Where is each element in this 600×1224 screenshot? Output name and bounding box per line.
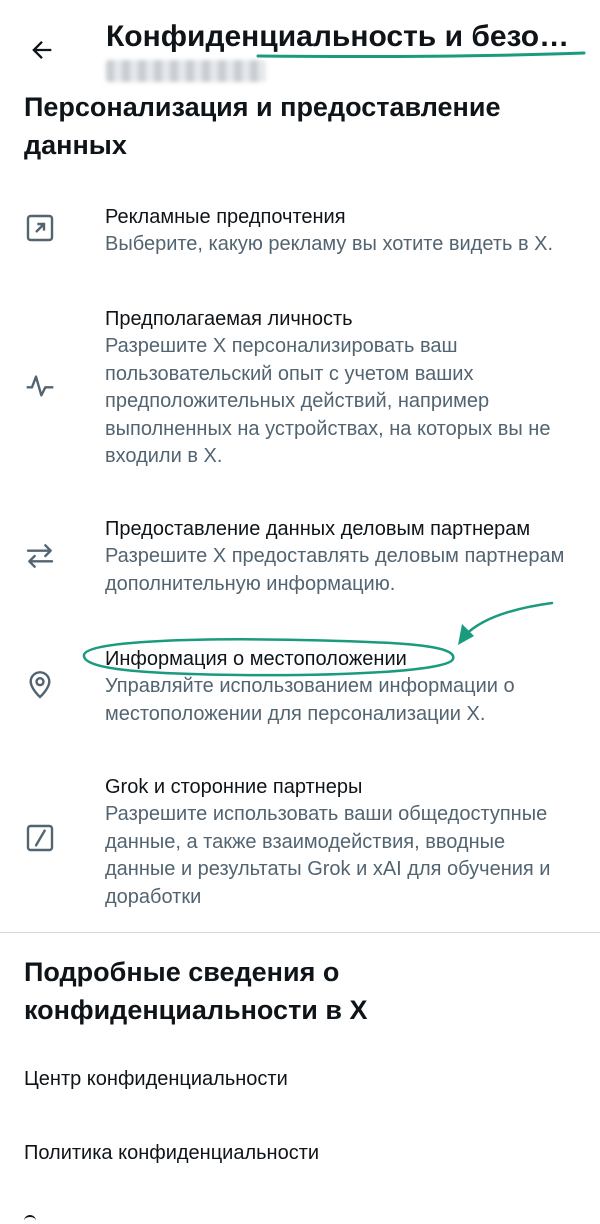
list-item-location-info[interactable]: Информация о местоположении Управляйте и… [0,640,600,730]
item-title: Предполагаемая личность [105,308,353,330]
item-title: Рекламные предпочтения [105,206,346,228]
back-button[interactable] [22,30,62,70]
annotation-overlay [82,51,586,677]
list-item-inferred-identity[interactable]: Предполагаемая личность Разрешите X перс… [0,300,600,470]
item-title: Grok и сторонние партнеры [105,776,363,798]
swap-arrows-icon [22,538,58,574]
list-item-data-sharing-partners[interactable]: Предоставление данных деловым партнерам … [0,510,600,600]
page-title: Конфиденциальность и безопас… [106,20,586,53]
item-desc: Разрешите использовать ваши общедоступны… [105,803,551,908]
list-item-grok-partners[interactable]: Grok и сторонние партнеры Разрешите испо… [0,768,600,918]
item-title: Предоставление данных деловым партнерам [105,518,531,540]
section-divider [0,932,600,933]
location-pin-icon [22,667,58,703]
item-desc: Разрешите X персонализировать ваш пользо… [105,335,551,467]
activity-icon [22,368,58,404]
item-desc: Разрешите X предоставлять деловым партне… [105,545,565,595]
section-title-privacy-info: Подробные сведения о конфиденциальности … [24,957,368,1025]
arrow-left-icon [32,41,52,59]
grok-icon [22,820,58,856]
item-desc: Выберите, какую рекламу вы хотите видеть… [105,233,554,255]
link-privacy-center[interactable]: Центр конфиденциальности [24,1068,288,1091]
list-item-ad-preferences[interactable]: Рекламные предпочтения Выберите, какую р… [0,198,600,278]
external-box-icon [22,210,58,246]
item-title: Информация о местоположении [105,648,407,670]
top-bar: Конфиденциальность и безопас… [0,0,600,92]
item-desc: Управляйте использованием информации о м… [105,675,515,725]
link-privacy-policy[interactable]: Политика конфиденциальности [24,1142,319,1165]
section-title-personalization: Персонализация и предоставление данных [24,92,501,160]
account-handle-blurred [106,60,266,82]
pointer-arrow [459,601,554,642]
